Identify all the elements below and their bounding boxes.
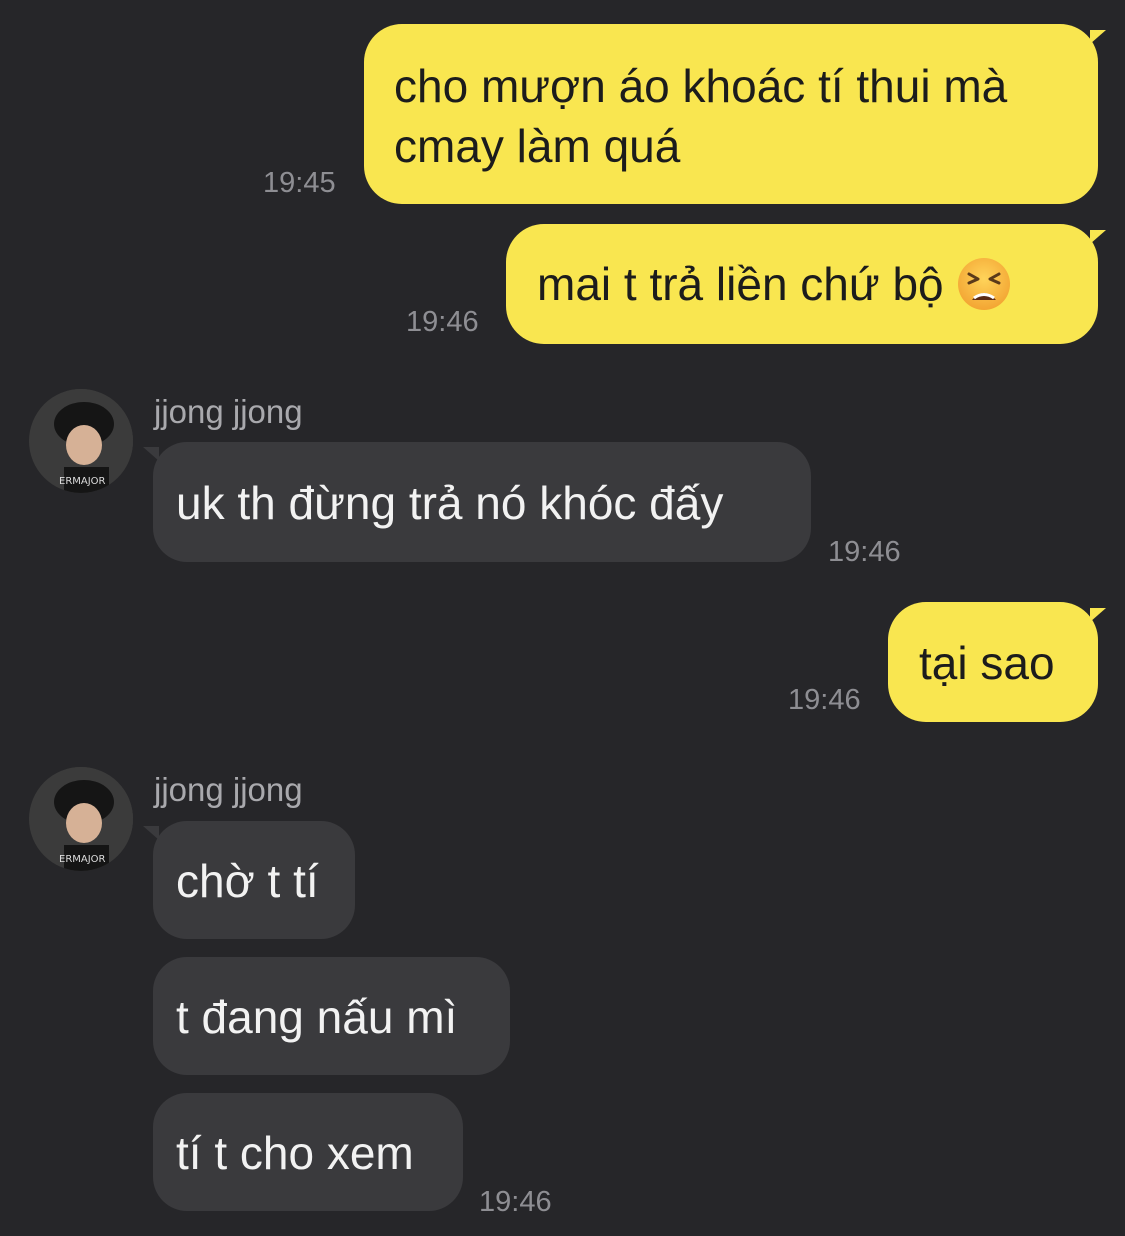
message-text: tí t cho xem [176, 1127, 414, 1179]
message-timestamp: 19:46 [828, 536, 901, 568]
message-text-line: cmay làm quá [394, 120, 681, 172]
svg-text:ERMAJOR: ERMAJOR [59, 476, 106, 487]
incoming-message-bubble[interactable]: tí t cho xem [153, 1093, 463, 1211]
contact-avatar[interactable]: ERMAJOR [29, 389, 133, 493]
message-text: uk th đừng trả nó khóc đấy [176, 477, 724, 529]
message-timestamp: 19:46 [788, 684, 861, 716]
svg-text:ERMAJOR: ERMAJOR [59, 854, 106, 865]
message-text: mai t trả liền chứ bộ [537, 258, 944, 310]
bubble-tail [1090, 608, 1106, 622]
bubble-tail [1090, 30, 1106, 44]
message-timestamp: 19:46 [406, 306, 479, 338]
message-text: chờ t tí [176, 855, 319, 907]
message-text: t đang nấu mì [176, 991, 458, 1043]
contact-avatar[interactable]: ERMAJOR [29, 767, 133, 871]
incoming-message-bubble[interactable]: t đang nấu mì [153, 957, 510, 1075]
message-timestamp: 19:46 [479, 1186, 552, 1218]
bubble-tail [143, 826, 159, 840]
message-text: tại sao [919, 637, 1055, 689]
bubble-tail [1090, 230, 1106, 244]
outgoing-message-bubble[interactable]: cho mượn áo khoác tí thui mà cmay làm qu… [364, 24, 1098, 204]
incoming-message-bubble[interactable]: uk th đừng trả nó khóc đấy [153, 442, 811, 562]
message-timestamp: 19:45 [263, 167, 336, 199]
incoming-message-bubble[interactable]: chờ t tí [153, 821, 355, 939]
tired-face-emoji-icon [956, 256, 1012, 312]
sender-name: jjong jjong [154, 771, 303, 808]
outgoing-message-bubble[interactable]: mai t trả liền chứ bộ [506, 224, 1098, 344]
sender-name: jjong jjong [154, 393, 303, 430]
message-text-line: cho mượn áo khoác tí thui mà [394, 60, 1008, 112]
bubble-tail [143, 447, 159, 461]
outgoing-message-bubble[interactable]: tại sao [888, 602, 1098, 722]
